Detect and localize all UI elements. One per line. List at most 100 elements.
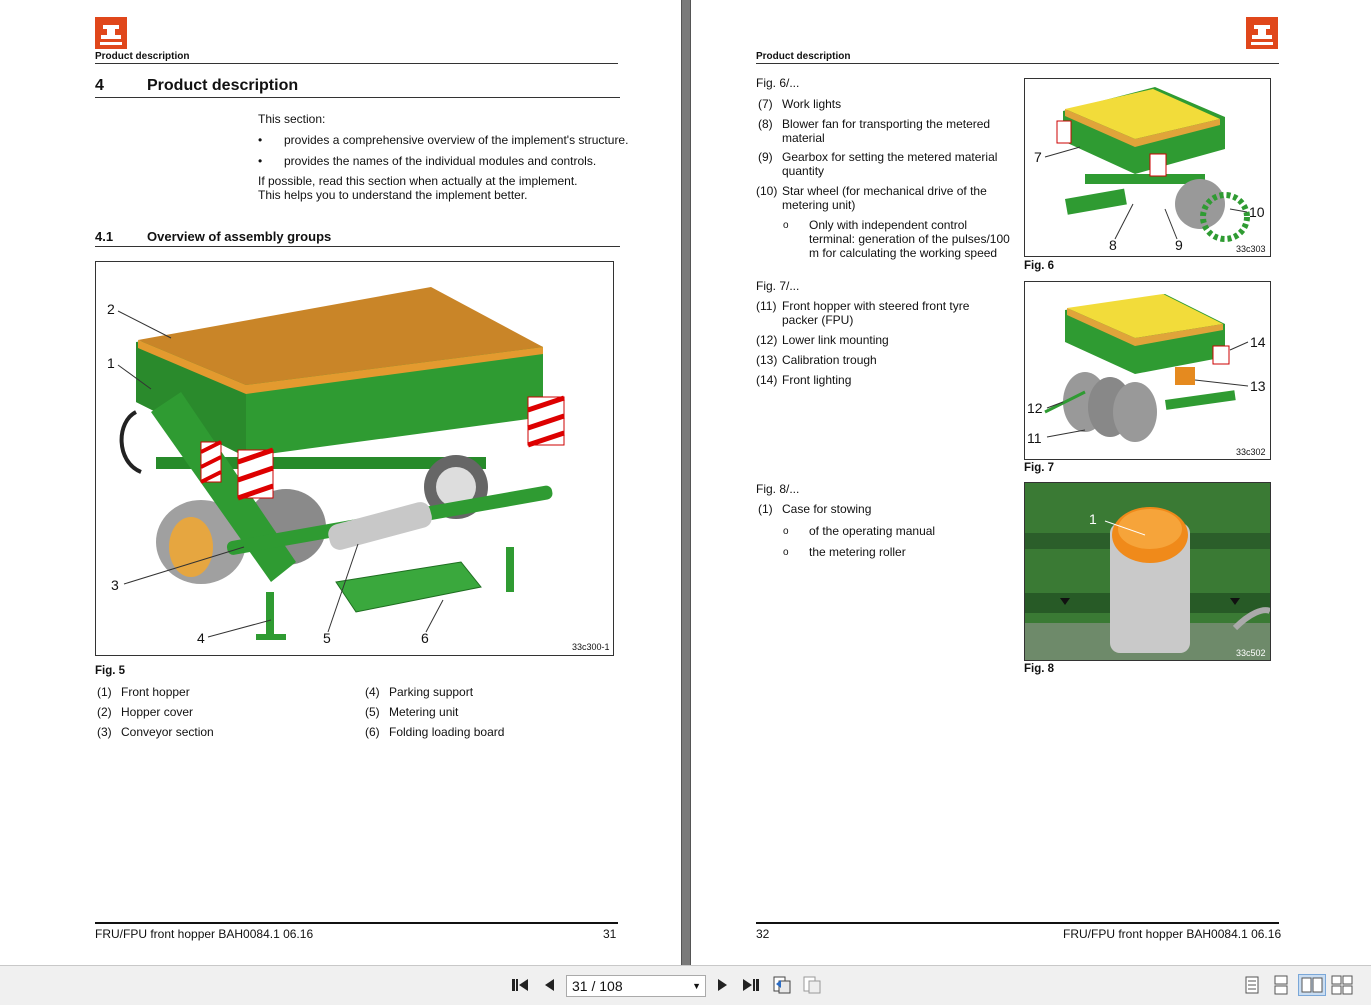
legend-text: Conveyor section xyxy=(121,725,214,739)
intro-text: This section: xyxy=(258,112,326,126)
left-page: Product description 4 Product descriptio… xyxy=(0,0,681,965)
continuous-icon[interactable] xyxy=(1270,974,1292,996)
callout-4: 4 xyxy=(197,630,205,646)
figure-code: 33c502 xyxy=(1236,648,1266,658)
legend-num: (9) xyxy=(758,150,773,164)
legend-text: Star wheel (for mechanical drive of the … xyxy=(782,184,987,212)
header-rule xyxy=(95,63,618,64)
sub-text: of the operating manual xyxy=(809,524,936,538)
previous-page-icon[interactable] xyxy=(538,974,560,996)
footer-rule xyxy=(756,922,1279,924)
legend-num: (12) xyxy=(756,333,778,347)
front-tyre-packer-illustration xyxy=(1044,294,1249,442)
chevron-down-icon[interactable]: ▼ xyxy=(692,976,701,996)
bullet-item: provides a comprehensive overview of the… xyxy=(258,133,628,147)
next-page-icon[interactable] xyxy=(712,974,734,996)
sub-text: the metering roller xyxy=(809,545,906,559)
callout-9: 9 xyxy=(1175,237,1183,253)
bullet-item: provides the names of the individual mod… xyxy=(258,154,596,168)
legend-text: Metering unit xyxy=(389,705,459,719)
legend-num: (10) xyxy=(756,184,778,198)
figure-code: 33c302 xyxy=(1236,447,1266,457)
callout-1: 1 xyxy=(1089,511,1097,527)
page-indicator: 31 / 108 xyxy=(572,978,623,994)
footer-title: FRU/FPU front hopper BAH0084.1 06.16 xyxy=(1063,927,1282,941)
legend-num: (14) xyxy=(756,373,778,387)
storage-case-photo xyxy=(1025,483,1270,660)
legend-text: Work lights xyxy=(782,97,842,111)
brand-logo xyxy=(1246,17,1278,49)
chapter-title: Product description xyxy=(147,77,299,94)
callout-6: 6 xyxy=(421,630,429,646)
facing-icon[interactable] xyxy=(1298,974,1326,996)
continuous-facing-icon[interactable] xyxy=(1331,974,1353,996)
legend-num: (6) xyxy=(365,725,380,739)
legend-num: (1) xyxy=(97,685,112,699)
callout-11: 11 xyxy=(1027,430,1042,446)
legend-text: Front hopper xyxy=(121,685,190,699)
legend-text: Lower link mounting xyxy=(782,333,889,347)
callout-5: 5 xyxy=(323,630,331,646)
figure-caption: Fig. 7 xyxy=(1024,462,1055,474)
first-page-icon[interactable] xyxy=(509,974,531,996)
figure-5: 2 1 3 4 5 6 33c300-1 xyxy=(95,261,614,656)
figure-caption: Fig. 6 xyxy=(1024,260,1055,272)
legend-num: (7) xyxy=(758,97,773,111)
last-page-icon[interactable] xyxy=(740,974,762,996)
callout-10: 10 xyxy=(1249,204,1265,220)
sub-marker: o xyxy=(783,220,789,231)
callout-1: 1 xyxy=(107,355,115,371)
legend-text: Case for stowing xyxy=(782,502,872,516)
figure-code: 33c303 xyxy=(1236,244,1266,254)
forward-view-icon[interactable] xyxy=(801,974,823,996)
single-page-icon[interactable] xyxy=(1241,974,1263,996)
legend-text: Calibration trough xyxy=(782,353,877,367)
fig6-ref: Fig. 6/... xyxy=(756,76,800,90)
callout-3: 3 xyxy=(111,577,119,593)
section-rule xyxy=(95,246,620,247)
legend-num: (8) xyxy=(758,117,773,131)
legend-text: Front hopper with steered front tyre pac… xyxy=(782,299,970,327)
callout-13: 13 xyxy=(1250,378,1266,394)
page-number-input[interactable]: 31 / 108 ▼ xyxy=(566,975,706,997)
legend-num: (3) xyxy=(97,725,112,739)
figure-8: 1 33c502 xyxy=(1024,482,1271,661)
front-hopper-rear-illustration xyxy=(1044,87,1250,242)
fig8-ref: Fig. 8/... xyxy=(756,482,800,496)
legend-num: (5) xyxy=(365,705,380,719)
figure-7: 14 13 12 11 33c302 xyxy=(1024,281,1271,460)
front-hopper-illustration xyxy=(117,287,565,640)
figure-code: 33c300-1 xyxy=(572,642,610,652)
legend-num: (1) xyxy=(758,502,773,516)
brand-logo xyxy=(95,17,127,49)
viewer-toolbar: 31 / 108 ▼ xyxy=(0,965,1371,1005)
figure-caption: Fig. 8 xyxy=(1024,663,1055,675)
footer-rule xyxy=(95,922,618,924)
legend-num: (4) xyxy=(365,685,380,699)
figure-caption: Fig. 5 xyxy=(95,665,126,677)
callout-14: 14 xyxy=(1250,334,1266,350)
footer-title: FRU/FPU front hopper BAH0084.1 06.16 xyxy=(95,927,314,941)
section-number: 4.1 xyxy=(95,229,114,244)
chapter-rule xyxy=(95,97,620,98)
legend-text: Folding loading board xyxy=(389,725,505,739)
chapter-number: 4 xyxy=(95,77,104,94)
legend-text: Gearbox for setting the metered material… xyxy=(782,150,998,178)
page-gutter xyxy=(681,0,691,965)
legend-text: Front lighting xyxy=(782,373,852,387)
callout-8: 8 xyxy=(1109,237,1117,253)
intro-note: If possible, read this section when actu… xyxy=(258,174,578,202)
fig7-ref: Fig. 7/... xyxy=(756,279,800,293)
legend-text: Hopper cover xyxy=(121,705,194,719)
callout-12: 12 xyxy=(1027,400,1043,416)
legend-num: (2) xyxy=(97,705,112,719)
legend-text: Blower fan for transporting the metered … xyxy=(782,117,991,145)
right-page: Product description Fig. 6/... (7) Work … xyxy=(691,0,1371,965)
page-number: 31 xyxy=(603,927,617,941)
section-title: Overview of assembly groups xyxy=(147,229,332,244)
sub-marker: o xyxy=(783,526,789,537)
back-view-icon[interactable] xyxy=(771,974,793,996)
figure-6: 7 8 9 10 33c303 xyxy=(1024,78,1271,257)
legend-num: (13) xyxy=(756,353,778,367)
running-header: Product description xyxy=(95,51,190,62)
